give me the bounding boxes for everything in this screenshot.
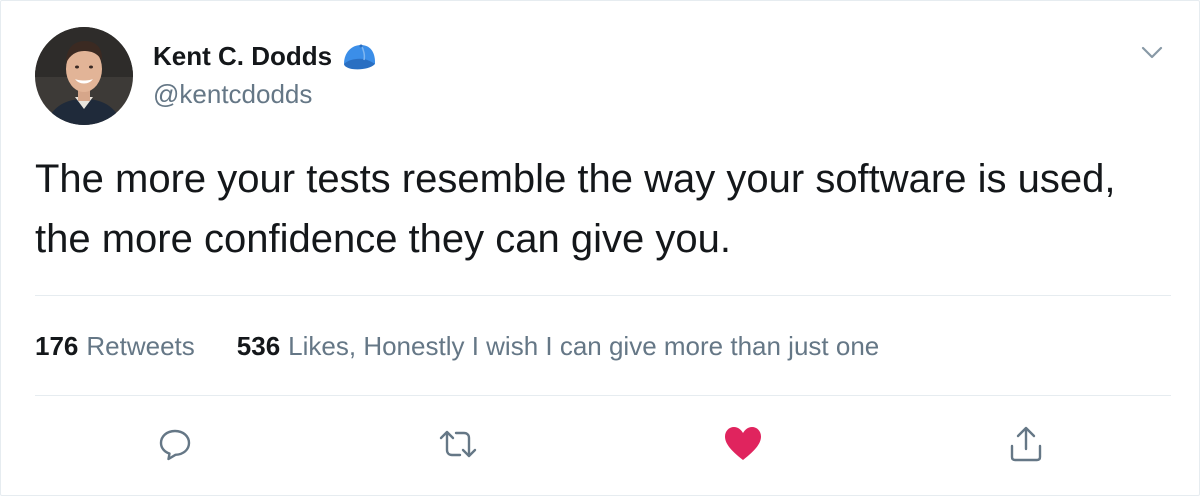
divider xyxy=(35,295,1171,296)
share-button[interactable] xyxy=(1001,421,1051,471)
tweet-actions xyxy=(1,421,1199,471)
tweet-text: The more your tests resemble the way you… xyxy=(35,157,1116,261)
avatar[interactable] xyxy=(35,27,133,125)
retweets-count: 176 xyxy=(35,331,79,361)
comment-bubble-icon xyxy=(155,424,195,469)
user-handle[interactable]: @kentcdodds xyxy=(153,79,312,110)
divider xyxy=(35,395,1171,396)
tweet-card: Kent C. Dodds @kentcdodds The more your … xyxy=(0,0,1200,496)
share-upload-icon xyxy=(1006,424,1046,469)
retweet-arrows-icon xyxy=(436,424,480,469)
display-name[interactable]: Kent C. Dodds xyxy=(153,41,332,72)
chevron-down-icon[interactable] xyxy=(1139,39,1165,65)
likes-label: Likes, Honestly I wish I can give more t… xyxy=(288,331,880,361)
user-display-name-row[interactable]: Kent C. Dodds xyxy=(153,41,378,72)
like-button[interactable] xyxy=(718,421,768,471)
retweets-label: Retweets xyxy=(86,331,195,361)
likes-stat[interactable]: 536 Likes, Honestly I wish I can give mor… xyxy=(237,331,879,362)
likes-count: 536 xyxy=(236,331,281,361)
blue-cap-icon xyxy=(340,42,378,72)
heart-icon xyxy=(722,424,764,469)
reply-button[interactable] xyxy=(150,421,200,471)
retweet-button[interactable] xyxy=(433,421,483,471)
tweet-stats: 176 Retweets 536 Likes, Honestly I wish I … xyxy=(35,331,879,362)
retweets-stat[interactable]: 176 Retweets xyxy=(35,331,195,362)
